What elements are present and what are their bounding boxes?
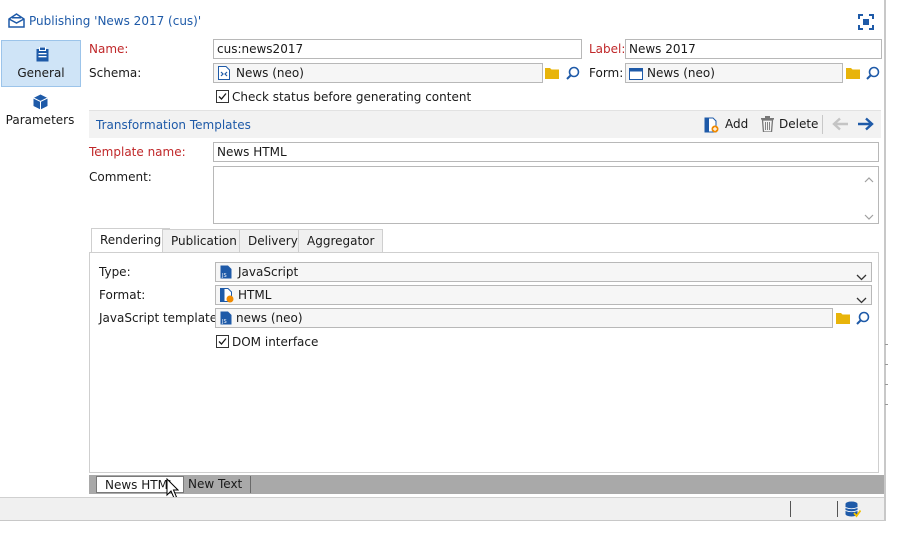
format-label: Format:	[99, 288, 146, 302]
tab-publication[interactable]: Publication	[162, 229, 246, 252]
form-folder-icon[interactable]	[846, 67, 860, 82]
form-label: Form:	[589, 66, 624, 80]
schema-folder-icon[interactable]	[545, 67, 559, 82]
add-template-icon	[704, 116, 719, 136]
format-dropdown-icon[interactable]	[856, 291, 867, 304]
label-label: Label:	[589, 42, 626, 56]
javascript-file-icon: JS	[220, 265, 232, 281]
title-bar: Publishing 'News 2017 (cus)'	[0, 0, 884, 38]
format-value: HTML	[238, 288, 272, 302]
add-button-label: Add	[725, 117, 749, 131]
schema-field[interactable]: News (neo)	[213, 63, 543, 83]
type-select[interactable]: JS JavaScript	[215, 262, 872, 282]
arrow-left-icon[interactable]	[832, 117, 849, 134]
schema-label: Schema:	[89, 66, 142, 80]
status-separator-2	[837, 501, 838, 517]
schema-icon	[218, 66, 230, 82]
database-icon[interactable]	[845, 501, 862, 521]
right-edge-marker-3	[885, 384, 888, 385]
check-status-label: Check status before generating content	[232, 90, 472, 104]
arrow-right-icon[interactable]	[857, 117, 874, 134]
publishing-icon	[8, 13, 25, 31]
right-edge-marker-4	[885, 404, 888, 405]
window-title: Publishing 'News 2017 (cus)'	[29, 14, 202, 28]
clipboard-icon	[36, 46, 49, 65]
maximize-icon[interactable]	[858, 14, 874, 33]
javascript-templates-field[interactable]: JS news (neo)	[215, 308, 833, 328]
format-select[interactable]: HTML	[215, 285, 872, 305]
delete-button-label: Delete	[779, 117, 819, 131]
nav-item-general[interactable]: General	[1, 40, 81, 87]
template-name-label: Template name:	[89, 145, 186, 159]
schema-search-icon[interactable]	[566, 66, 580, 83]
transformation-templates-title: Transformation Templates	[96, 118, 251, 132]
comment-textarea[interactable]	[213, 166, 879, 224]
trash-icon	[761, 116, 774, 135]
comment-scroll-up-icon[interactable]	[864, 172, 874, 186]
template-tab-new-text[interactable]: New Text	[180, 476, 252, 493]
dom-interface-label: DOM interface	[232, 335, 319, 349]
tab-delivery[interactable]: Delivery	[239, 229, 307, 252]
schema-value: News (neo)	[236, 66, 304, 80]
right-edge-marker-2	[885, 364, 888, 365]
nav-item-parameters[interactable]: Parameters	[1, 92, 81, 132]
form-field[interactable]: News (neo)	[625, 63, 843, 83]
status-separator-1	[790, 501, 791, 517]
name-label: Name:	[89, 42, 129, 56]
transformation-templates-bar: Transformation Templates Add Delete	[89, 110, 881, 138]
form-search-icon[interactable]	[866, 66, 880, 83]
form-window-icon	[629, 67, 643, 82]
toolbar-separator	[822, 115, 823, 134]
javascript-templates-value: news (neo)	[236, 311, 303, 325]
javascript-templates-label: JavaScript templates:	[99, 311, 228, 325]
svg-text:JS: JS	[221, 319, 227, 325]
nav-item-parameters-label: Parameters	[5, 113, 75, 127]
comment-scroll-down-icon[interactable]	[864, 210, 874, 224]
right-edge-marker-1	[885, 344, 888, 345]
type-value: JavaScript	[238, 265, 299, 279]
javascript-templates-folder-icon[interactable]	[836, 312, 850, 327]
name-input[interactable]: cus:news2017	[213, 39, 582, 59]
check-status-checkbox[interactable]	[216, 90, 229, 103]
form-value: News (neo)	[647, 66, 715, 80]
svg-text:JS: JS	[221, 273, 227, 279]
publishing-window: Publishing 'News 2017 (cus)' General Par…	[0, 0, 886, 521]
cube-icon	[33, 94, 48, 113]
dom-interface-checkbox[interactable]	[216, 335, 229, 348]
type-dropdown-icon[interactable]	[856, 268, 867, 281]
label-input[interactable]: News 2017	[625, 39, 882, 59]
tab-rendering[interactable]: Rendering	[91, 228, 171, 253]
html-file-icon	[220, 288, 234, 304]
status-bar	[0, 497, 884, 520]
javascript-template-icon: JS	[220, 311, 232, 327]
javascript-templates-search-icon[interactable]	[856, 311, 870, 328]
type-label: Type:	[99, 265, 131, 279]
nav-item-general-label: General	[17, 66, 65, 80]
template-name-input[interactable]: News HTML	[213, 142, 879, 162]
tab-aggregator[interactable]: Aggregator	[298, 229, 384, 252]
comment-label: Comment:	[89, 170, 152, 184]
